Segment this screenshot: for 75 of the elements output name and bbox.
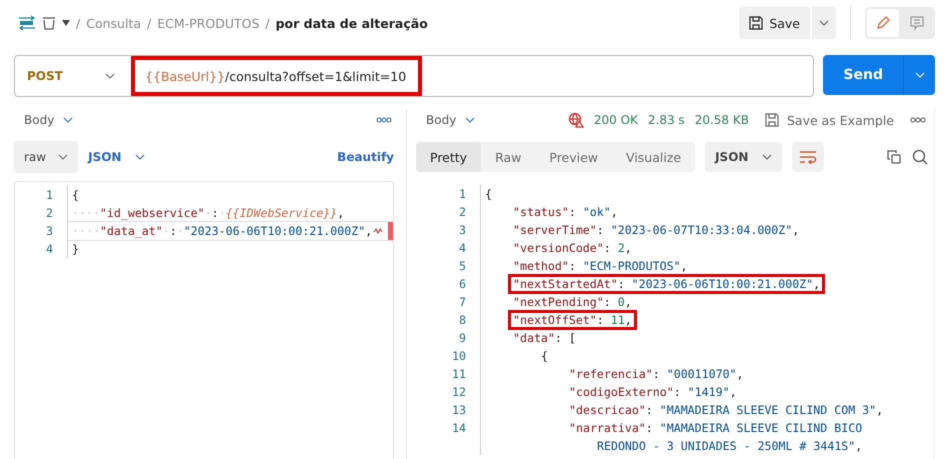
line-number: 13 xyxy=(451,403,467,417)
caret-icon xyxy=(914,72,924,78)
view-tab[interactable]: Preview xyxy=(535,142,612,172)
box-icon[interactable] xyxy=(42,16,56,30)
line-number: 11 xyxy=(451,367,467,381)
line-number: 10 xyxy=(451,349,467,363)
breadcrumb-separator: / xyxy=(76,16,80,30)
line-number: 14 xyxy=(451,421,467,435)
code-line: "narrativa": "MAMADEIRA SLEEVE CILIND BICO xyxy=(568,420,864,437)
code-line: } xyxy=(67,240,393,258)
line-number: 2 xyxy=(458,205,467,219)
body-dropdown[interactable]: Body xyxy=(416,113,476,127)
line-number: 8 xyxy=(458,313,467,327)
code-line: "status": "ok", xyxy=(512,204,619,221)
body-dropdown[interactable]: Body xyxy=(14,113,74,127)
http-icon xyxy=(18,15,36,31)
caret-icon xyxy=(135,154,146,160)
request-body-editor[interactable]: 1 { 2 ····"id_webservice"·:·{{IDWebService}}, 3 ····"data_at"·:·"2023-06-06T10:00:21.000Z", 4 } xyxy=(14,181,394,459)
response-time[interactable]: 2.83 s xyxy=(648,113,685,127)
line-number: 3 xyxy=(458,223,467,237)
caret-icon xyxy=(63,117,74,123)
line-number: 7 xyxy=(458,295,467,309)
view-tab[interactable]: Visualize xyxy=(612,142,696,172)
line-number: 9 xyxy=(458,331,467,345)
status-code[interactable]: 200 OK xyxy=(594,113,638,127)
caret-icon xyxy=(819,20,829,26)
code-line: "descricao": "MAMADEIRA SLEEVE CILIND COM 3", xyxy=(568,402,884,419)
view-tab[interactable]: Raw xyxy=(481,142,536,172)
more-icon[interactable] xyxy=(376,117,392,123)
format-dropdown[interactable]: JSON xyxy=(705,142,782,172)
globe-warning-icon[interactable] xyxy=(568,112,584,128)
wrap-lines-button[interactable] xyxy=(792,142,824,172)
code-line: { xyxy=(484,186,493,203)
wrap-lines-icon xyxy=(799,150,818,164)
pencil-icon[interactable] xyxy=(867,9,899,37)
caret-icon xyxy=(58,154,68,160)
code-line: "versionCode": 2, xyxy=(512,240,633,257)
more-icon[interactable] xyxy=(910,117,926,123)
body-mode-dropdown[interactable]: raw xyxy=(14,141,78,173)
copy-icon[interactable] xyxy=(886,149,902,165)
breadcrumb-separator: / xyxy=(265,16,270,30)
caret-icon xyxy=(762,154,772,160)
beautify-link[interactable]: Beautify xyxy=(337,150,394,164)
code-line: "nextPending": 0, xyxy=(512,294,633,311)
line-number: 4 xyxy=(45,242,54,256)
breadcrumb-item: por data de alteração xyxy=(276,16,428,30)
line-number: 4 xyxy=(458,241,467,255)
code-line: { xyxy=(540,348,549,365)
dropdown-triangle-icon[interactable] xyxy=(62,20,70,26)
response-size[interactable]: 20.58 KB xyxy=(694,113,749,127)
error-squiggle-icon xyxy=(373,227,384,235)
line-number: 2 xyxy=(45,206,54,220)
line-number: 3 xyxy=(45,224,54,238)
breadcrumb-item[interactable]: ECM-PRODUTOS xyxy=(157,16,260,30)
save-as-example-button[interactable]: Save as Example xyxy=(764,112,894,128)
code-line: "method": "ECM-PRODUTOS", xyxy=(512,258,689,275)
line-number: 1 xyxy=(45,188,54,202)
breadcrumb-separator: / xyxy=(147,16,152,30)
code-line: "data": [ xyxy=(512,330,577,347)
line-number: 1 xyxy=(458,187,467,201)
line-number: 12 xyxy=(451,385,467,399)
search-icon[interactable] xyxy=(912,149,928,165)
code-line: { xyxy=(67,186,393,204)
format-dropdown[interactable]: JSON xyxy=(88,150,146,164)
code-line: "referencia": "00011070", xyxy=(568,366,745,383)
save-button[interactable]: Save xyxy=(739,7,810,39)
code-line: REDONDO - 3 UNIDADES - 250ML # 3441S", xyxy=(596,438,864,455)
view-tab[interactable]: Pretty xyxy=(416,142,482,172)
caret-icon xyxy=(465,117,476,123)
code-line: "serverTime": "2023-06-07T10:33:04.000Z", xyxy=(512,222,800,239)
error-marker xyxy=(388,222,393,240)
breadcrumb-item[interactable]: Consulta xyxy=(86,16,141,30)
line-number: 5 xyxy=(458,259,467,273)
line-number: 6 xyxy=(458,277,467,291)
code-line: "codigoExterno": "1419", xyxy=(568,384,738,401)
